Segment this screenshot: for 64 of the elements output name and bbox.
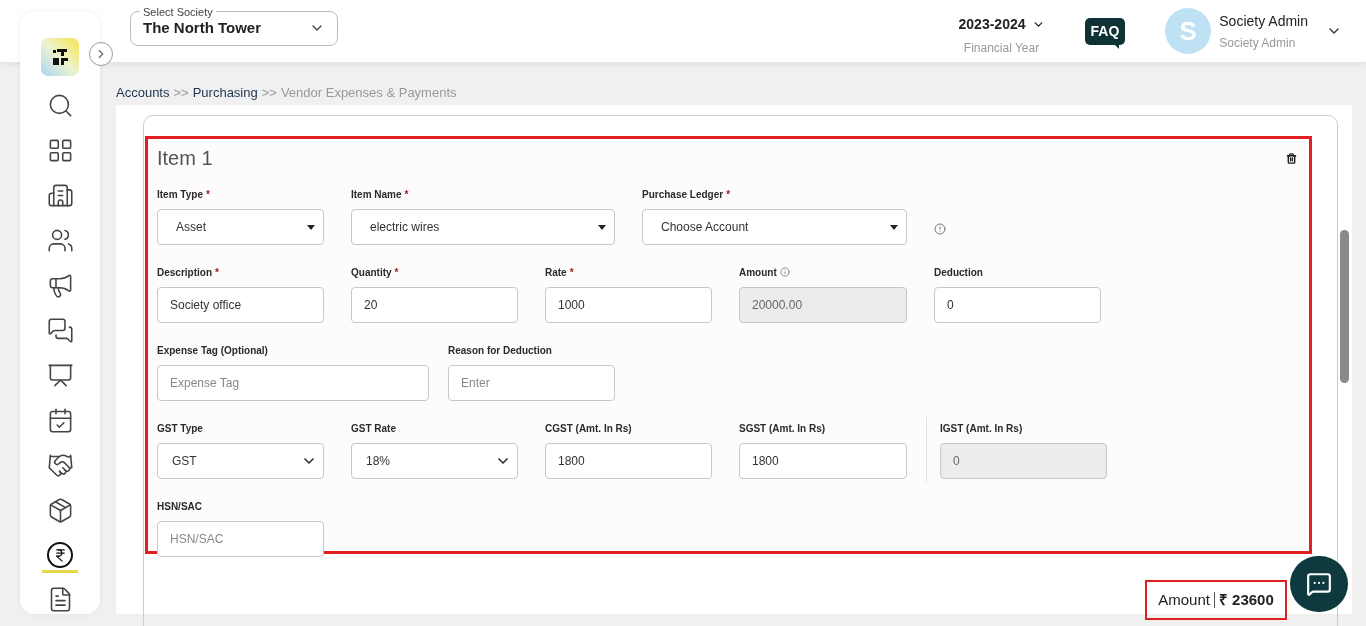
dropdown[interactable]: GST [157,443,324,479]
input-field[interactable]: Expense Tag [157,365,429,401]
scrollbar-thumb[interactable] [1340,230,1349,383]
user-role: Society Admin [1219,34,1297,52]
building-icon [46,182,74,209]
field-label: HSN/SAC [157,499,202,514]
field-label: Expense Tag (Optional) [157,343,268,358]
field-label: Item Name [351,187,402,202]
input-field[interactable]: Enter [448,365,615,401]
input-field[interactable]: 1800 [545,443,712,479]
year-caption: Financial Year [963,39,1040,57]
user-name: Society Admin [1219,11,1308,31]
field-label: Deduction [934,265,983,280]
rupee-icon [47,542,73,568]
breadcrumb-separator: >> [173,84,189,102]
chat-icon [1306,571,1332,597]
app-logo[interactable] [41,38,79,76]
input-field[interactable]: 20 [351,287,518,323]
required-mark: * [215,265,219,280]
dropdown[interactable]: Choose Account [642,209,907,245]
input-field[interactable]: 0 [934,287,1101,323]
dropdown[interactable]: Asset [157,209,324,245]
breadcrumb-current: Vendor Expenses & Payments [280,84,457,102]
field-label: Reason for Deduction [448,343,552,358]
input-field[interactable]: 1000 [545,287,712,323]
breadcrumb-separator: >> [261,84,277,102]
field-label: Quantity [351,265,392,280]
input-field[interactable]: Society office [157,287,324,323]
field-label: Purchase Ledger [642,187,724,202]
item-title: Item 1 [157,146,213,171]
input-field: 0 [940,443,1107,479]
handshake-icon [46,452,74,479]
input-field: 20000.00 [739,287,907,323]
desk-icon [46,362,74,389]
field-label: SGST (Amt. In Rs) [739,421,826,436]
field-label: CGST (Amt. In Rs) [545,421,632,436]
total-label: Amount [1158,589,1210,610]
field-label: Amount [739,265,777,280]
input-field[interactable]: HSN/SAC [157,521,324,557]
field-label: GST Type [157,421,203,436]
field-label: GST Rate [351,421,396,436]
caret-icon [598,224,606,230]
required-mark: * [404,187,409,202]
chat-bubbles-icon [46,317,74,344]
sidebar-item[interactable] [42,542,78,573]
people-icon [46,227,74,254]
input-field[interactable]: 1800 [739,443,907,479]
dropdown[interactable]: electric wires [351,209,615,245]
caret-icon [307,224,315,230]
breadcrumb-link[interactable]: Accounts [116,83,170,103]
required-mark: * [569,265,574,280]
dropdown[interactable]: 18% [351,443,518,479]
field-label: Description [157,265,212,280]
delete-icon[interactable] [1286,153,1297,164]
required-mark: * [205,187,210,202]
required-mark: * [726,187,731,202]
field-label: Rate [545,265,567,280]
total-value: ₹ 23600 [1218,589,1274,610]
field-label: Item Type [157,187,203,202]
field-label: IGST (Amt. In Rs) [940,421,1023,436]
required-mark: * [394,265,399,280]
caret-icon [890,224,898,230]
year-select[interactable]: 2023-2024 [958,13,1045,35]
breadcrumb-link[interactable]: Purchasing [192,83,258,103]
